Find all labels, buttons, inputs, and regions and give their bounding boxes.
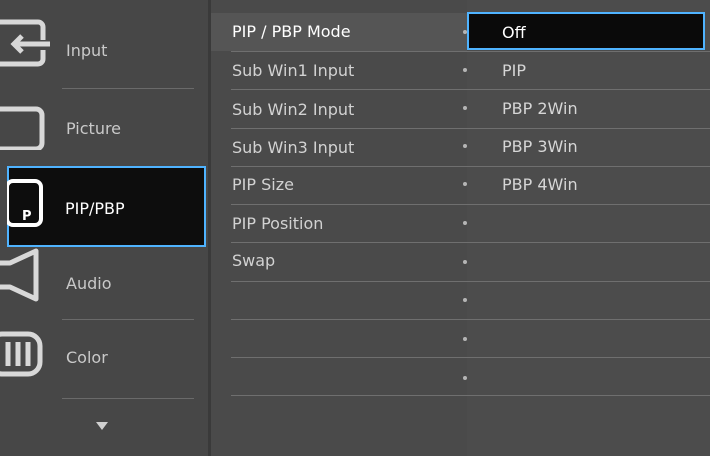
divider	[467, 357, 710, 358]
divider	[62, 88, 194, 89]
osd-menu: Input Picture P PIP/PBP Audio Color PIP …	[0, 0, 710, 456]
submenu-label: Sub Win2 Input	[232, 100, 355, 119]
picture-icon	[0, 106, 45, 150]
submenu-label: PIP / PBP Mode	[232, 22, 351, 41]
submenu-item-sub-win1-input[interactable]: Sub Win1 Input	[211, 52, 467, 90]
divider	[62, 319, 194, 320]
submenu-item-pip-size[interactable]: PIP Size	[211, 166, 467, 204]
submenu-item-sub-win2-input[interactable]: Sub Win2 Input	[211, 91, 467, 129]
category-input[interactable]: Input	[0, 12, 208, 88]
submenu-label: Sub Win1 Input	[232, 61, 355, 80]
category-label-color: Color	[66, 348, 108, 367]
category-pip-pbp[interactable]: P PIP/PBP	[7, 166, 206, 247]
category-color[interactable]: Color	[0, 322, 208, 398]
option-pbp-3win[interactable]: PBP 3Win	[467, 128, 710, 166]
submenu-item-pip-pbp-mode[interactable]: PIP / PBP Mode	[211, 13, 467, 51]
submenu-item-empty	[211, 282, 467, 320]
submenu-label: PIP Size	[232, 175, 294, 194]
submenu-column: PIP / PBP Mode Sub Win1 Input Sub Win2 I…	[211, 0, 467, 456]
category-label-pip-pbp: PIP/PBP	[65, 199, 125, 218]
submenu-item-empty	[211, 358, 467, 396]
submenu-item-swap[interactable]: Swap	[211, 242, 467, 280]
divider	[231, 395, 467, 396]
divider	[62, 398, 194, 399]
option-label: PBP 3Win	[502, 137, 578, 156]
category-audio[interactable]: Audio	[0, 245, 208, 321]
option-pip[interactable]: PIP	[467, 52, 710, 90]
pip-icon: P	[7, 179, 43, 227]
scroll-down-icon[interactable]	[96, 422, 108, 430]
option-pbp-4win[interactable]: PBP 4Win	[467, 166, 710, 204]
divider	[231, 89, 467, 90]
divider	[467, 395, 710, 396]
option-off[interactable]: Off	[467, 12, 705, 50]
divider	[467, 242, 710, 243]
submenu-item-sub-win3-input[interactable]: Sub Win3 Input	[211, 129, 467, 167]
pip-icon-letter: P	[22, 209, 32, 224]
divider	[467, 281, 710, 282]
submenu-item-pip-position[interactable]: PIP Position	[211, 205, 467, 243]
category-picture[interactable]: Picture	[0, 90, 208, 166]
input-icon	[0, 19, 50, 67]
category-label-input: Input	[66, 41, 108, 60]
option-label: PIP	[502, 61, 527, 80]
submenu-label: Swap	[232, 251, 276, 270]
option-label: Off	[502, 23, 526, 42]
submenu-item-empty	[211, 320, 467, 358]
option-label: PBP 4Win	[502, 175, 578, 194]
option-pbp-2win[interactable]: PBP 2Win	[467, 90, 710, 128]
divider	[467, 204, 710, 205]
divider	[467, 319, 710, 320]
category-column: Input Picture P PIP/PBP Audio Color	[0, 0, 208, 456]
speaker-icon	[0, 248, 39, 302]
submenu-label: Sub Win3 Input	[232, 138, 355, 157]
color-icon	[0, 331, 43, 377]
submenu-label: PIP Position	[232, 214, 324, 233]
option-label: PBP 2Win	[502, 99, 578, 118]
category-label-picture: Picture	[66, 119, 122, 138]
category-label-audio: Audio	[66, 274, 112, 293]
